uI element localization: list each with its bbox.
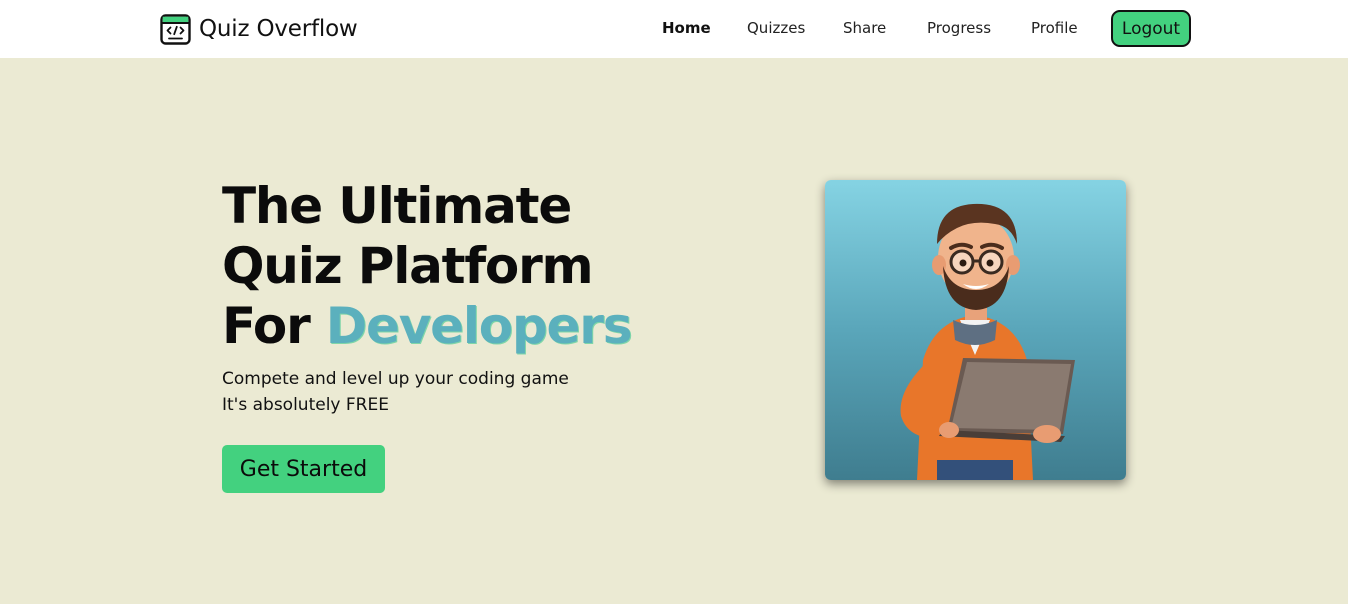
nav-item-progress[interactable]: Progress <box>927 19 991 37</box>
hero-title: The Ultimate Quiz Platform For Developer… <box>222 176 633 356</box>
nav-item-home[interactable]: Home <box>662 19 711 37</box>
logout-button[interactable]: Logout <box>1111 10 1191 47</box>
hero-subtitle: Compete and level up your coding game It… <box>222 366 569 418</box>
hero-subtitle-line-2: It's absolutely FREE <box>222 395 389 415</box>
hero-image <box>825 180 1126 480</box>
nav-item-share[interactable]: Share <box>843 19 886 37</box>
brand-logo-link[interactable]: Quiz Overflow <box>160 12 358 46</box>
hero-title-line-3: For Developers <box>222 296 633 356</box>
hero-title-line-2: Quiz Platform <box>222 237 594 295</box>
hero-subtitle-line-1: Compete and level up your coding game <box>222 369 569 389</box>
developer-illustration-icon <box>900 203 1075 480</box>
hero-title-line-1: The Ultimate <box>222 177 572 235</box>
hero-title-prefix: For <box>222 297 326 355</box>
hero-title-accent: Developers <box>325 297 633 355</box>
get-started-button[interactable]: Get Started <box>222 445 385 493</box>
brand-name: Quiz Overflow <box>199 16 358 42</box>
nav-item-quizzes[interactable]: Quizzes <box>747 19 805 37</box>
navbar: Quiz Overflow Home Quizzes Share Progres… <box>0 0 1348 58</box>
code-window-icon <box>160 13 191 45</box>
nav-item-profile[interactable]: Profile <box>1031 19 1078 37</box>
